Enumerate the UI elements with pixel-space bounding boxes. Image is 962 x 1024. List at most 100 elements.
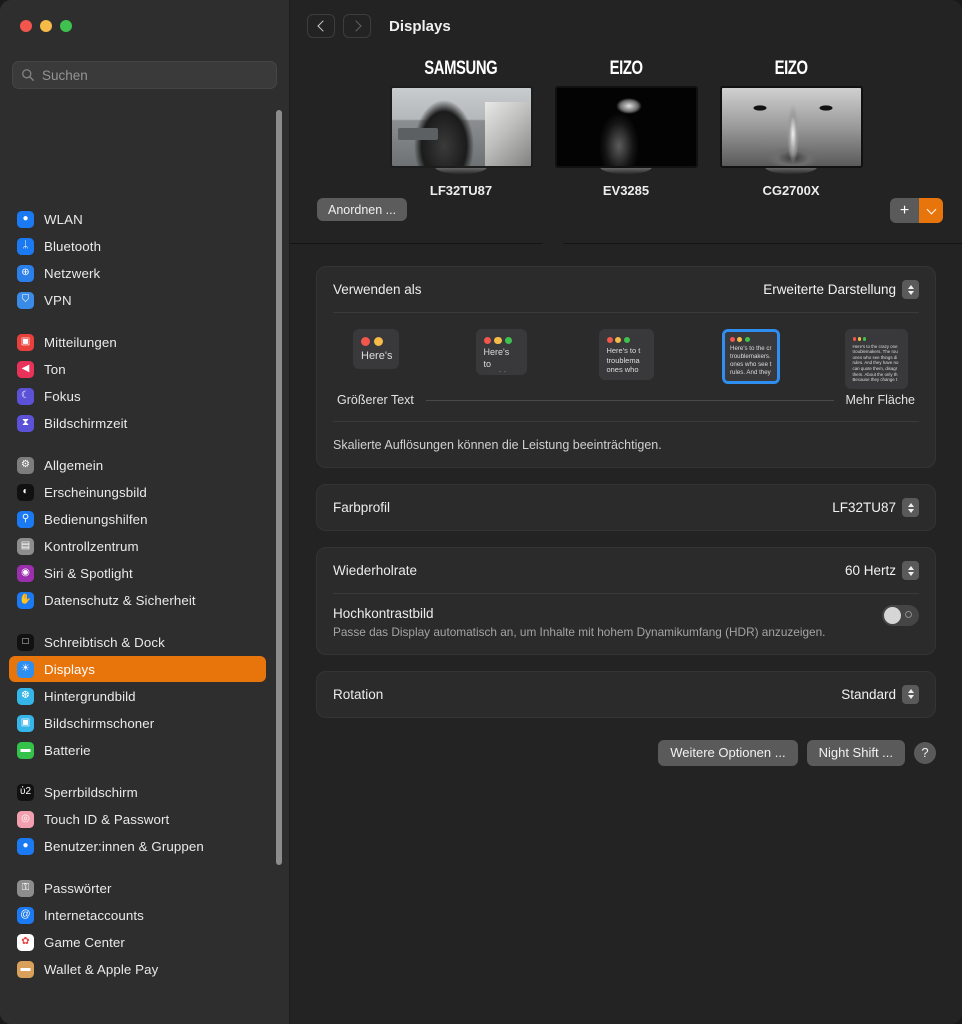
sidebar-item-wallet-apple-pay[interactable]: ▬ Wallet & Apple Pay <box>9 956 266 982</box>
sidebar-item-label: Bildschirmschoner <box>44 715 155 731</box>
sidebar-item-allgemein[interactable]: ⚙ Allgemein <box>9 452 266 478</box>
sidebar-item-hintergrundbild[interactable]: ❆ Hintergrundbild <box>9 683 266 709</box>
resolution-preview[interactable]: Here's to troublem <box>475 329 527 375</box>
display-screen[interactable] <box>554 86 698 168</box>
scale-left-label: Größerer Text <box>337 393 414 407</box>
color-profile-row[interactable]: Farbprofil LF32TU87 <box>317 485 935 530</box>
use-as-popup[interactable]: Erweiterte Darstellung <box>763 280 919 299</box>
toggle-knob <box>884 607 901 624</box>
sidebar-item-batterie[interactable]: ▬ Batterie <box>9 737 266 763</box>
arrange-displays-button[interactable]: Anordnen ... <box>317 198 408 221</box>
resolution-option-5[interactable]: Here's to the crazy one troublemakers. T… <box>837 329 915 389</box>
stepper-icon <box>902 280 919 299</box>
wallpaper-icon: ❆ <box>17 687 34 705</box>
sidebar-item-ton[interactable]: ◀ Ton <box>9 356 266 382</box>
sidebar-item-vpn[interactable]: ⛉ VPN <box>9 287 266 313</box>
more-options-button[interactable]: Weitere Optionen ... <box>658 739 798 766</box>
refresh-rate-popup[interactable]: 60 Hertz <box>845 561 919 580</box>
sidebar-item-label: Batterie <box>44 742 91 758</box>
forward-button[interactable] <box>343 14 371 38</box>
sidebar-scrollbar[interactable] <box>276 110 282 865</box>
sidebar-item-bildschirmzeit[interactable]: ⧗ Bildschirmzeit <box>9 410 266 436</box>
resolution-preview[interactable]: Here's to t troublema ones who <box>598 329 654 380</box>
wallet-icon: ▬ <box>17 960 34 978</box>
notifications-icon: ▣ <box>17 333 34 351</box>
display-screen[interactable] <box>719 86 863 168</box>
resolution-preview[interactable]: Here's to the crazy one troublemakers. T… <box>844 329 908 389</box>
add-display-control[interactable]: + <box>890 198 943 223</box>
sidebar-item-siri-spotlight[interactable]: ◉ Siri & Spotlight <box>9 560 266 586</box>
sidebar-item-fokus[interactable]: ☾ Fokus <box>9 383 266 409</box>
resolution-option-1[interactable]: Here's <box>337 329 415 369</box>
search-icon <box>22 69 34 81</box>
sidebar-item-wlan[interactable]: ● WLAN <box>9 206 266 232</box>
help-button[interactable]: ? <box>914 741 936 764</box>
sidebar-item-datenschutz-sicherheit[interactable]: ✋ Datenschutz & Sicherheit <box>9 587 266 613</box>
preview-titlebar <box>848 332 905 344</box>
resolution-preview[interactable]: Here's <box>353 329 399 369</box>
display-brand: EIZO <box>774 58 808 79</box>
sidebar-item-internetaccounts[interactable]: @ Internetaccounts <box>9 902 266 928</box>
sidebar-item-bedienungshilfen[interactable]: ⚲ Bedienungshilfen <box>9 506 266 532</box>
display-thumb-ev3285[interactable]: EIZO EV3285 <box>554 58 698 198</box>
preview-window: Here's to the crazy one troublemakers. T… <box>847 332 905 386</box>
displays-icon: ☀ <box>17 660 34 678</box>
sidebar-item-label: WLAN <box>44 211 83 227</box>
rotation-popup[interactable]: Standard <box>841 684 919 704</box>
sidebar-item-netzwerk[interactable]: ⊕ Netzwerk <box>9 260 266 286</box>
rotation-card: Rotation Standard <box>316 670 936 718</box>
traffic-lights <box>0 0 289 32</box>
sidebar-group-2: ⚙ Allgemein ◐ Erscheinungsbild ⚲ Bedienungshi… <box>0 452 275 613</box>
add-display-dropdown-button[interactable] <box>919 198 943 223</box>
rotation-row[interactable]: Rotation Standard <box>317 672 935 717</box>
back-button[interactable] <box>307 14 335 38</box>
preview-window: Here's to troublem <box>478 332 524 372</box>
toolbar: Displays <box>290 0 962 52</box>
night-shift-button[interactable]: Night Shift ... <box>806 739 905 766</box>
sidebar-item-bildschirmschoner[interactable]: ▣ Bildschirmschoner <box>9 710 266 736</box>
hdr-toggle[interactable] <box>882 605 919 626</box>
refresh-rate-row[interactable]: Wiederholrate 60 Hertz <box>317 548 935 593</box>
sidebar-nav[interactable]: ● WLAN ᛦ Bluetooth ⊕ Netzwerk ⛉ VPN ▣ Mitteilunge… <box>0 205 289 1024</box>
use-as-row[interactable]: Verwenden als Erweiterte Darstellung <box>317 267 935 312</box>
sidebar-item-label: Sperrbildschirm <box>44 784 138 800</box>
globe-icon: ⊕ <box>17 264 34 282</box>
display-thumb-cg2700x[interactable]: EIZO CG2700X <box>719 58 863 198</box>
add-display-button[interactable]: + <box>890 198 919 223</box>
display-screen[interactable] <box>389 86 533 168</box>
sidebar-item-mitteilungen[interactable]: ▣ Mitteilungen <box>9 329 266 355</box>
sidebar-item-benutzer-innen-gruppen[interactable]: ● Benutzer:innen & Gruppen <box>9 833 266 859</box>
content-area: Verwenden als Erweiterte Darstellung Her… <box>290 244 962 1024</box>
search-field[interactable] <box>12 61 277 89</box>
preview-traffic-dot <box>624 337 631 344</box>
close-button[interactable] <box>20 20 32 32</box>
sidebar-item-label: Wallet & Apple Pay <box>44 961 159 977</box>
zoom-button[interactable] <box>60 20 72 32</box>
sidebar-item-sperrbildschirm[interactable]: ὑ2 Sperrbildschirm <box>9 779 266 805</box>
sidebar-item-displays[interactable]: ☀ Displays <box>9 656 266 682</box>
sidebar-item-game-center[interactable]: ✿ Game Center <box>9 929 266 955</box>
preview-traffic-dot <box>483 337 491 345</box>
resolution-options[interactable]: Here's Here's to troublem Here's to t trou… <box>317 313 935 389</box>
resolution-option-3[interactable]: Here's to t troublema ones who <box>587 329 665 380</box>
minimize-button[interactable] <box>40 20 52 32</box>
screen-time-icon: ⧗ <box>17 414 34 432</box>
display-thumb-lf32tu87[interactable]: SAMSUNG LF32TU87 <box>389 58 533 198</box>
stepper-icon <box>902 498 919 517</box>
sidebar-item-touch-id-passwort[interactable]: ◎ Touch ID & Passwort <box>9 806 266 832</box>
resolution-preview[interactable]: Here's to the cr troublemakers. ones who… <box>722 329 780 384</box>
sidebar-item-kontrollzentrum[interactable]: ▤ Kontrollzentrum <box>9 533 266 559</box>
color-profile-popup[interactable]: LF32TU87 <box>832 498 919 517</box>
sidebar-item-bluetooth[interactable]: ᛦ Bluetooth <box>9 233 266 259</box>
sidebar-item-erscheinungsbild[interactable]: ◐ Erscheinungsbild <box>9 479 266 505</box>
preview-traffic-dot <box>374 337 383 346</box>
sidebar-item-schreibtisch-dock[interactable]: □ Schreibtisch & Dock <box>9 629 266 655</box>
display-stand-icon <box>600 167 652 174</box>
page-title: Displays <box>389 17 451 35</box>
search-input[interactable] <box>42 67 268 83</box>
resolution-option-2[interactable]: Here's to troublem <box>462 329 540 375</box>
resolution-option-4[interactable]: Here's to the cr troublemakers. ones who… <box>712 329 790 384</box>
sidebar-item-passw-rter[interactable]: ⚿ Passwörter <box>9 875 266 901</box>
preview-window: Here's to t troublema ones who <box>601 332 651 377</box>
sidebar-item-label: Allgemein <box>44 457 104 473</box>
